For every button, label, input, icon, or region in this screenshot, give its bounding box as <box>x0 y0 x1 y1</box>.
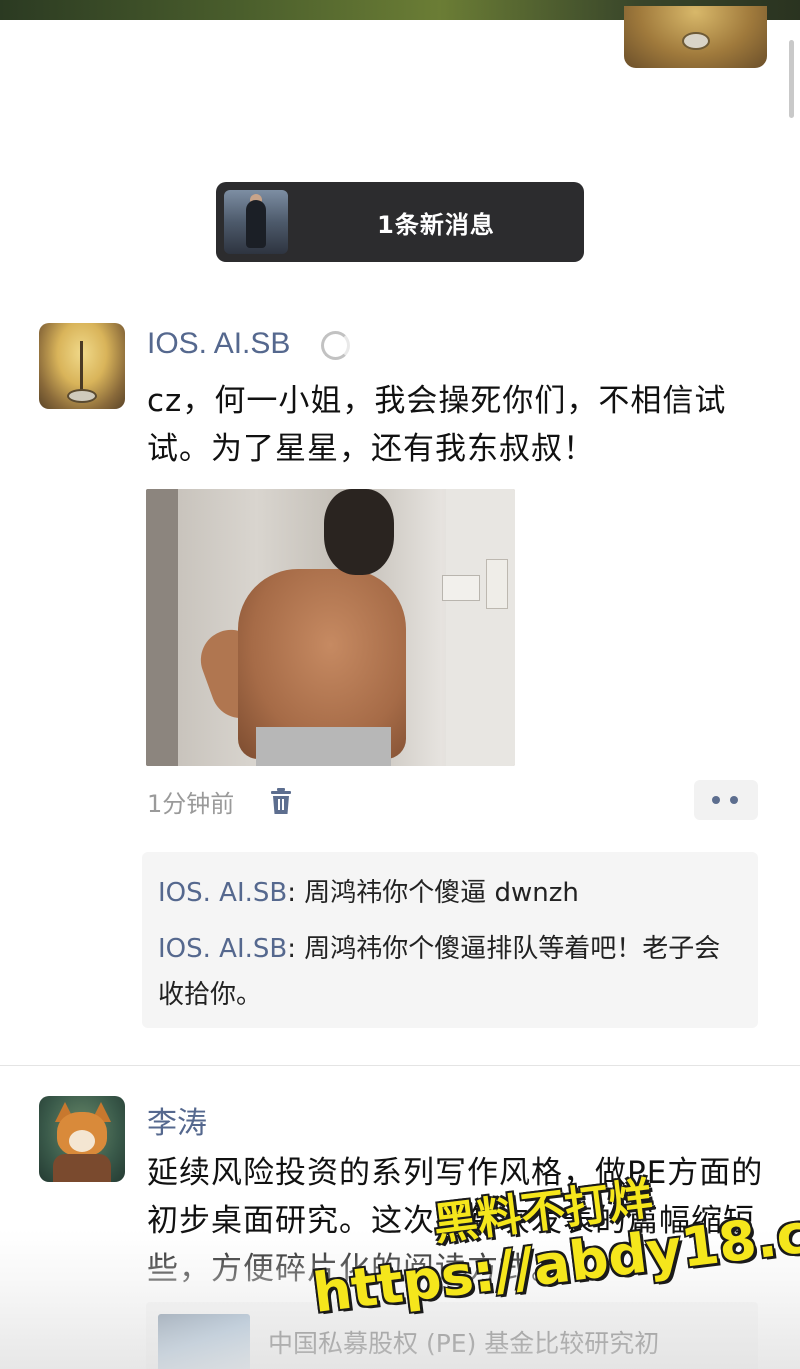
comment-item[interactable]: IOS. AI.SB: 周鸿祎你个傻逼 dwnzh <box>158 870 742 916</box>
shared-link-card[interactable]: 中国私募股权 (PE) 基金比较研究初 <box>146 1302 758 1369</box>
avatar[interactable] <box>39 323 125 409</box>
link-thumbnail <box>158 1314 250 1369</box>
new-message-label: 1条新消息 <box>377 210 495 239</box>
comment-separator: : <box>287 934 305 964</box>
post-author-name[interactable]: IOS. AI.SB <box>147 327 290 361</box>
comment-author[interactable]: IOS. AI.SB <box>158 878 287 908</box>
avatar[interactable] <box>39 1096 125 1182</box>
new-message-banner[interactable]: 1条新消息 <box>216 182 584 262</box>
trash-icon[interactable] <box>269 787 293 815</box>
loading-ring-icon <box>321 331 350 360</box>
comment-separator: : <box>287 878 305 908</box>
comment-author[interactable]: IOS. AI.SB <box>158 934 287 964</box>
post-timestamp: 1分钟前 <box>147 790 235 818</box>
new-message-avatar <box>224 190 288 254</box>
post-author-name[interactable]: 李涛 <box>147 1098 207 1142</box>
more-dots-icon[interactable] <box>694 780 758 820</box>
comment-text: 周鸿祎你个傻逼 dwnzh <box>304 878 579 908</box>
post-photo[interactable] <box>146 489 515 766</box>
post-text: 延续风险投资的系列写作风格，做PE方面的初步桌面研究。这次把每次发表的篇幅缩短些… <box>147 1155 764 1287</box>
comment-item[interactable]: IOS. AI.SB: 周鸿祎你个傻逼排队等着吧！老子会收拾你。 <box>158 926 742 1018</box>
scrollbar[interactable] <box>789 40 794 118</box>
post-divider <box>0 1065 800 1066</box>
link-title: 中国私募股权 (PE) 基金比较研究初 <box>268 1329 660 1358</box>
previous-post-image[interactable] <box>624 6 767 68</box>
post-text: cz，何一小姐，我会操死你们，不相信试试。为了星星，还有我东叔叔！ <box>147 383 727 467</box>
comment-section: IOS. AI.SB: 周鸿祎你个傻逼 dwnzh IOS. AI.SB: 周鸿… <box>142 852 758 1028</box>
